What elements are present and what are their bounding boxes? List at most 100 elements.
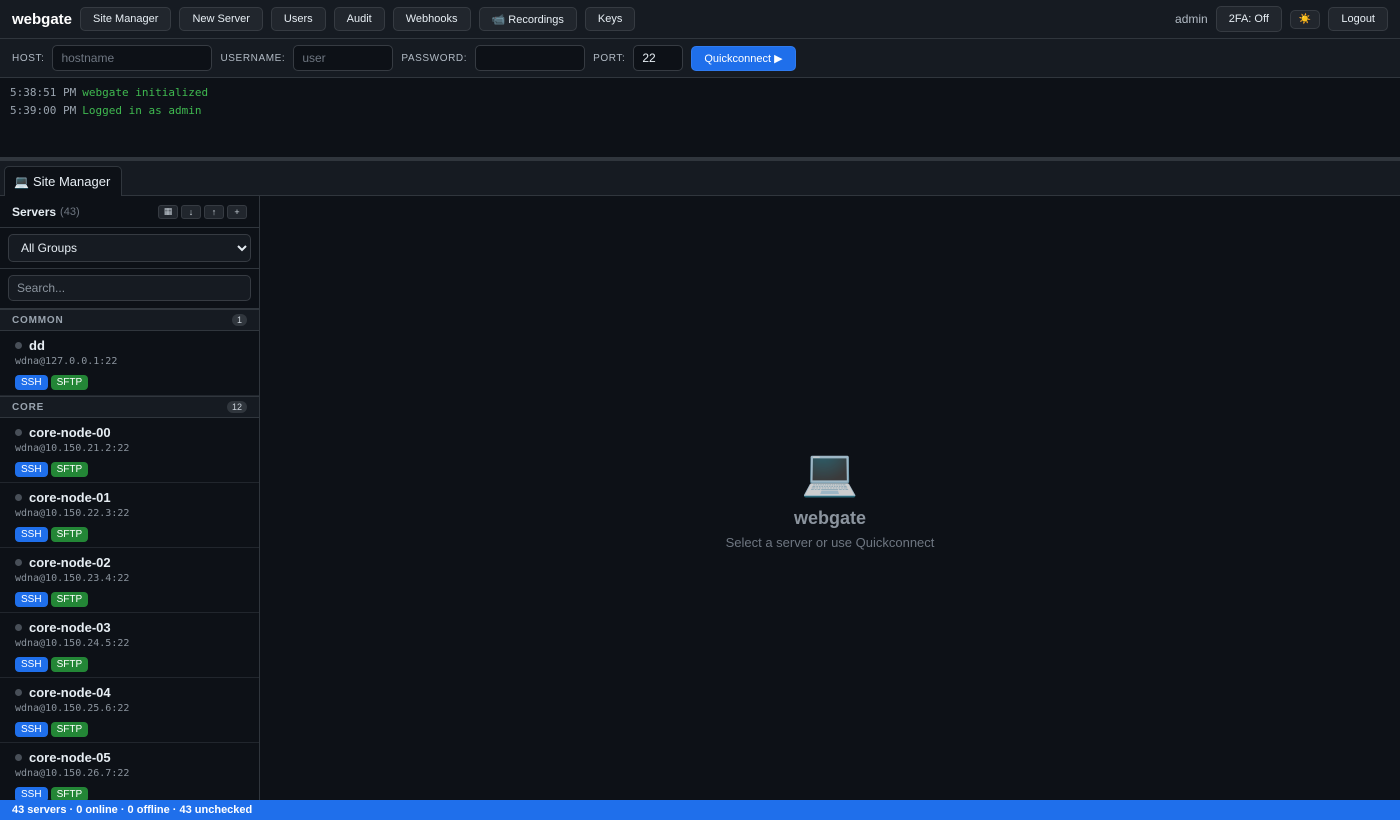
grid-view-icon[interactable]: ▦ — [158, 204, 178, 219]
server-item[interactable]: core-node-02 wdna@10.150.23.4:22 SSH SFTP — [0, 548, 259, 613]
new-server-button[interactable]: New Server — [179, 7, 263, 31]
theme-toggle-icon[interactable]: ☀️ — [1289, 9, 1321, 29]
group-name: COMMON — [12, 314, 64, 326]
password-input[interactable] — [475, 45, 586, 71]
quickconnect-button[interactable]: Quickconnect ▶ — [691, 45, 796, 71]
status-dot-icon — [15, 689, 22, 696]
server-name: core-node-02 — [29, 555, 111, 570]
username-input[interactable] — [293, 45, 394, 71]
username-label: USERNAME: — [220, 52, 286, 64]
server-sidebar: Servers (43) ▦ ↓ ↑ + All Groups COMMON 1… — [0, 196, 260, 800]
server-item[interactable]: dd wdna@127.0.0.1:22 SSH SFTP — [0, 331, 259, 396]
audit-button[interactable]: Audit — [333, 7, 385, 31]
sftp-badge[interactable]: SFTP — [50, 527, 89, 542]
status-dot-icon — [15, 754, 22, 761]
user-area: admin 2FA: Off ☀️ Logout — [1175, 6, 1388, 32]
host-input[interactable] — [52, 45, 213, 71]
server-name: core-node-00 — [29, 425, 111, 440]
server-count: (43) — [60, 205, 80, 218]
host-label: HOST: — [12, 52, 45, 64]
brand-logo: webgate — [12, 10, 73, 28]
search-input[interactable] — [8, 275, 251, 301]
sidebar-tools: ▦ ↓ ↑ + — [155, 204, 247, 219]
sftp-badge[interactable]: SFTP — [50, 722, 89, 737]
password-label: PASSWORD: — [401, 52, 468, 64]
status-text: 43 servers · 0 online · 0 offline · 43 u… — [12, 804, 253, 816]
server-item[interactable]: core-node-03 wdna@10.150.24.5:22 SSH SFTP — [0, 613, 259, 678]
sftp-badge[interactable]: SFTP — [50, 462, 89, 477]
server-address: wdna@10.150.23.4:22 — [15, 573, 130, 584]
site-manager-button[interactable]: Site Manager — [80, 7, 172, 31]
server-name: core-node-01 — [29, 490, 111, 505]
tab-site-manager[interactable]: 💻 Site Manager — [4, 166, 122, 196]
status-dot-icon — [15, 624, 22, 631]
group-header-common[interactable]: COMMON 1 — [0, 309, 259, 331]
sftp-badge[interactable]: SFTP — [50, 657, 89, 672]
group-header-core[interactable]: CORE 12 — [0, 396, 259, 418]
server-item[interactable]: core-node-05 wdna@10.150.26.7:22 SSH SFTP — [0, 743, 259, 800]
sidebar-header: Servers (43) ▦ ↓ ↑ + — [0, 196, 259, 228]
group-count-badge: 12 — [226, 401, 247, 413]
webhooks-button[interactable]: Webhooks — [392, 7, 471, 31]
sftp-badge[interactable]: SFTP — [50, 787, 89, 800]
server-name: core-node-03 — [29, 620, 111, 635]
status-dot-icon — [15, 342, 22, 349]
log-line: 5:38:51 PM webgate initialized — [10, 84, 1390, 102]
username-label: admin — [1175, 12, 1208, 26]
server-name: dd — [29, 338, 45, 353]
import-icon[interactable]: ↓ — [181, 204, 201, 219]
server-address: wdna@127.0.0.1:22 — [15, 356, 118, 367]
group-count-badge: 1 — [231, 314, 247, 326]
ssh-badge[interactable]: SSH — [15, 375, 48, 390]
port-input[interactable] — [633, 45, 684, 71]
ssh-badge[interactable]: SSH — [15, 527, 48, 542]
log-panel: 5:38:51 PM webgate initialized 5:39:00 PM… — [0, 78, 1400, 158]
empty-title: webgate — [793, 508, 867, 528]
sftp-badge[interactable]: SFTP — [50, 375, 89, 390]
log-time: 5:39:00 PM — [10, 104, 77, 117]
users-button[interactable]: Users — [270, 7, 326, 31]
status-dot-icon — [15, 429, 22, 436]
keys-button[interactable]: Keys — [584, 7, 636, 31]
ssh-badge[interactable]: SSH — [15, 592, 48, 607]
server-address: wdna@10.150.26.7:22 — [15, 768, 130, 779]
server-address: wdna@10.150.24.5:22 — [15, 638, 130, 649]
sftp-badge[interactable]: SFTP — [50, 592, 89, 607]
main-content: 💻 webgate Select a server or use Quickco… — [260, 196, 1400, 800]
server-item[interactable]: core-node-00 wdna@10.150.21.2:22 SSH SFTP — [0, 418, 259, 483]
export-icon[interactable]: ↑ — [204, 204, 224, 219]
recordings-button[interactable]: 📹 Recordings — [478, 7, 577, 31]
server-item[interactable]: core-node-04 wdna@10.150.25.6:22 SSH SFTP — [0, 678, 259, 743]
log-time: 5:38:51 PM — [10, 86, 77, 99]
status-dot-icon — [15, 559, 22, 566]
ssh-badge[interactable]: SSH — [15, 787, 48, 800]
tab-bar: 💻 Site Manager — [0, 161, 1400, 196]
log-message: Logged in as admin — [82, 104, 202, 117]
sidebar-title: Servers — [12, 204, 57, 219]
group-name: CORE — [12, 401, 45, 413]
server-name: core-node-05 — [29, 750, 111, 765]
top-nav: webgate Site Manager New Server Users Au… — [0, 0, 1400, 39]
group-filter-select[interactable]: All Groups — [8, 234, 251, 262]
empty-state: 💻 webgate Select a server or use Quickco… — [260, 446, 1400, 550]
empty-subtitle: Select a server or use Quickconnect — [725, 535, 935, 550]
log-line: 5:39:00 PM Logged in as admin — [10, 102, 1390, 120]
ssh-badge[interactable]: SSH — [15, 722, 48, 737]
status-bar: 43 servers · 0 online · 0 offline · 43 u… — [0, 800, 1400, 820]
laptop-icon: 💻 — [801, 446, 859, 498]
logout-button[interactable]: Logout — [1328, 7, 1388, 31]
ssh-badge[interactable]: SSH — [15, 462, 48, 477]
server-address: wdna@10.150.21.2:22 — [15, 443, 130, 454]
server-address: wdna@10.150.25.6:22 — [15, 703, 130, 714]
search-area — [0, 269, 259, 309]
log-message: webgate initialized — [82, 86, 209, 99]
twofa-button[interactable]: 2FA: Off — [1215, 6, 1282, 32]
port-label: PORT: — [593, 52, 626, 64]
server-item[interactable]: core-node-01 wdna@10.150.22.3:22 SSH SFTP — [0, 483, 259, 548]
ssh-badge[interactable]: SSH — [15, 657, 48, 672]
server-address: wdna@10.150.22.3:22 — [15, 508, 130, 519]
group-filter-area: All Groups — [0, 228, 259, 269]
server-name: core-node-04 — [29, 685, 111, 700]
add-server-icon[interactable]: + — [227, 204, 247, 219]
quickconnect-bar: HOST: USERNAME: PASSWORD: PORT: Quickcon… — [0, 39, 1400, 78]
